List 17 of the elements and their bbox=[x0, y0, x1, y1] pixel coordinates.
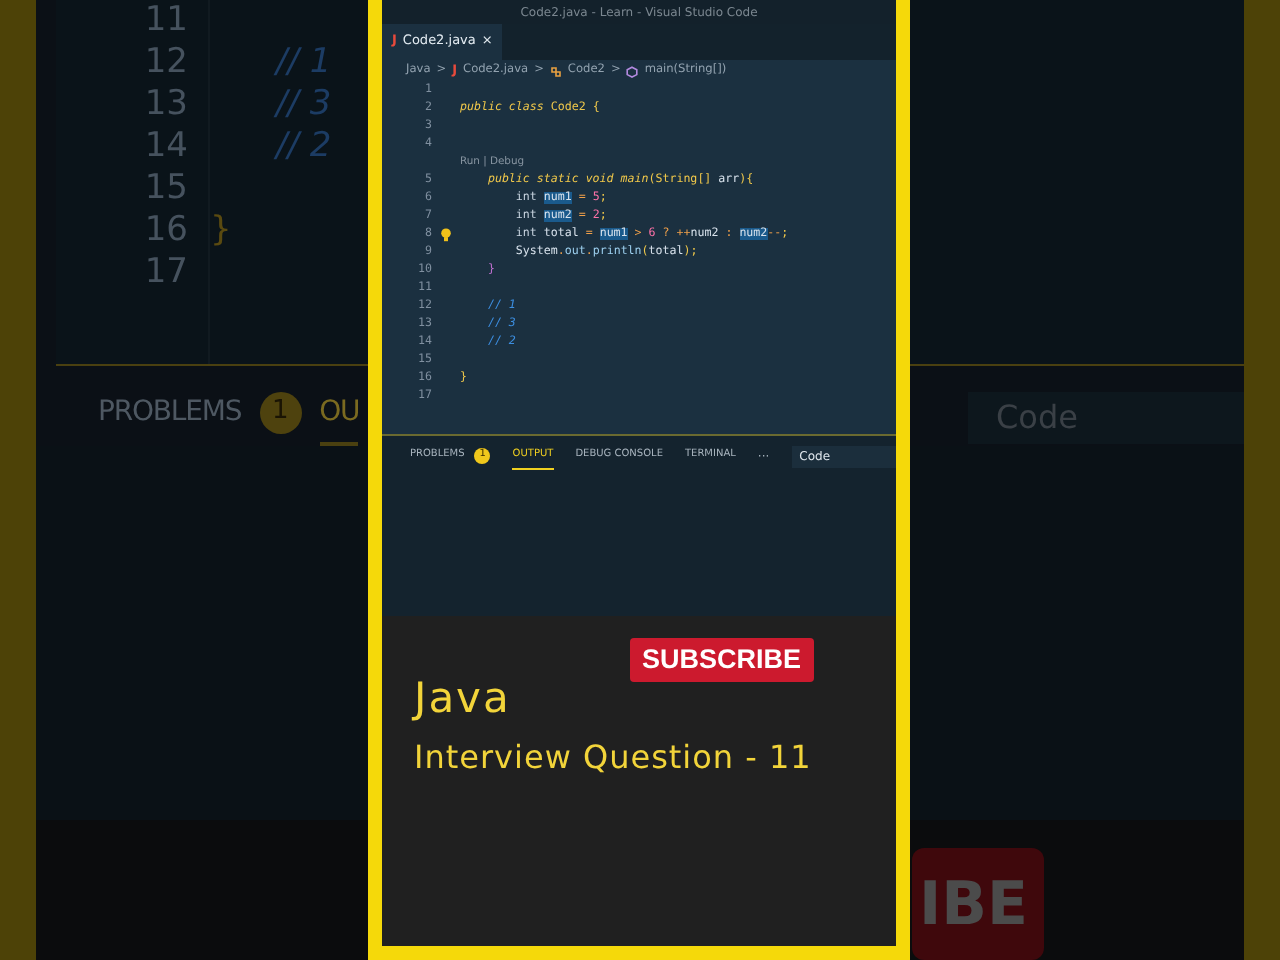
line-number: 17 bbox=[144, 252, 188, 294]
code-comment: // 2 bbox=[272, 126, 332, 166]
lightbulb-icon[interactable] bbox=[440, 228, 452, 242]
line-number: 14 bbox=[144, 126, 188, 168]
subscribe-button[interactable]: SUBSCRIBE bbox=[630, 638, 814, 683]
line-number: 15 bbox=[144, 168, 188, 210]
class-icon bbox=[549, 65, 562, 77]
line-number: 11 bbox=[144, 0, 188, 42]
title-text: Java bbox=[414, 676, 513, 721]
code-comment: // 3 bbox=[272, 84, 332, 124]
line-number: 16 bbox=[144, 210, 188, 252]
subtitle-text: Interview Question - 11 bbox=[414, 736, 814, 781]
cube-icon bbox=[626, 65, 639, 77]
code-text: } bbox=[210, 210, 232, 250]
line-number: 13 bbox=[144, 84, 188, 126]
line-number: 12 bbox=[144, 42, 188, 84]
code-comment: // 1 bbox=[272, 42, 332, 82]
